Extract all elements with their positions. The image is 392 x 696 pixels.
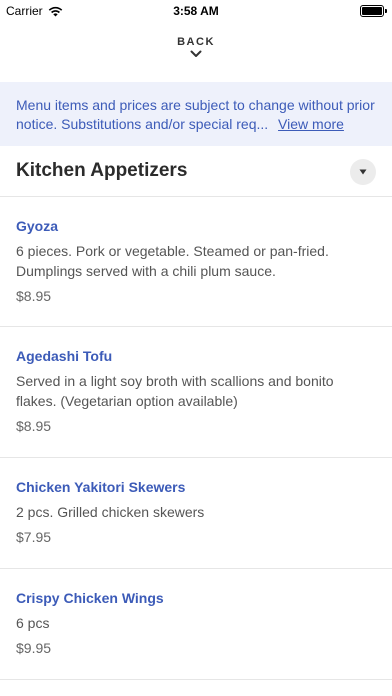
menu-item-name: Gyoza — [16, 218, 59, 234]
section-header: Kitchen Appetizers — [0, 147, 392, 197]
menu-item[interactable]: Agedashi Tofu Served in a light soy brot… — [0, 327, 392, 458]
status-bar: Carrier 3:58 AM — [0, 0, 392, 22]
chevron-down-icon — [190, 50, 202, 57]
menu-item[interactable]: Gyoza 6 pieces. Pork or vegetable. Steam… — [0, 197, 392, 327]
view-more-link[interactable]: View more — [278, 116, 344, 132]
back-button[interactable]: BACK — [0, 36, 392, 72]
menu-item-description: 2 pcs. Grilled chicken skewers — [16, 504, 205, 520]
menu-item-price: $7.95 — [16, 529, 52, 545]
menu-item-price: $8.95 — [16, 418, 52, 434]
menu-item-description: 6 pieces. Pork or vegetable. Steamed or … — [16, 243, 329, 279]
menu-item-name: Crispy Chicken Wings — [16, 590, 164, 606]
menu-item-description: Served in a light soy broth with scallio… — [16, 373, 334, 409]
caret-down-icon — [359, 169, 367, 175]
menu-item-name: Agedashi Tofu — [16, 348, 113, 364]
menu-item-price: $8.95 — [16, 288, 52, 304]
menu-item-name: Chicken Yakitori Skewers — [16, 479, 186, 495]
status-time: 3:58 AM — [173, 4, 219, 18]
battery-icon — [360, 5, 384, 17]
notice-banner: Menu items and prices are subject to cha… — [0, 82, 392, 146]
menu-item[interactable]: Chicken Yakitori Skewers 2 pcs. Grilled … — [0, 458, 392, 569]
back-label: BACK — [177, 36, 215, 48]
menu-item[interactable]: Crispy Chicken Wings 6 pcs $9.95 — [0, 569, 392, 680]
section-toggle-button[interactable] — [350, 159, 376, 185]
menu-item-description: 6 pcs — [16, 615, 50, 631]
battery-tip — [385, 9, 387, 13]
menu-item-list: Gyoza 6 pieces. Pork or vegetable. Steam… — [0, 197, 392, 680]
menu-item-price: $9.95 — [16, 640, 52, 656]
section-title: Kitchen Appetizers — [16, 160, 188, 181]
